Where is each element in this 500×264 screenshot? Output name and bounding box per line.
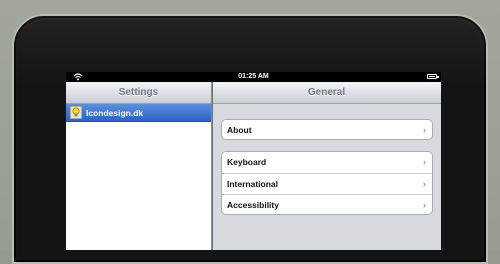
general-group: Keyboard › International › Accessibility… [221,151,433,215]
sidebar-item-icondesign[interactable]: Icondesign.dk [66,104,211,122]
chevron-right-icon: › [423,200,426,210]
master-pane: Settings Icondesign.dk [66,82,212,250]
status-bar: 01:25 AM [66,72,441,82]
row-label: Keyboard [227,157,267,167]
chevron-right-icon: › [423,157,426,167]
row-label: About [227,125,252,135]
settings-title: Settings [66,82,211,104]
settings-row-international[interactable]: International › [222,173,432,194]
chevron-right-icon: › [423,179,426,189]
settings-row-accessibility[interactable]: Accessibility › [222,194,432,214]
settings-row-keyboard[interactable]: Keyboard › [222,152,432,173]
master-list-empty [66,122,211,250]
lightbulb-icon [70,106,82,119]
ipad-screen: 01:25 AM Settings Icondesign.dk General … [66,72,441,250]
sidebar-item-label: Icondesign.dk [86,108,144,118]
detail-pane: General About › Keyboard › International… [212,82,441,250]
about-group: About › [221,119,433,140]
general-title: General [212,82,441,104]
chevron-right-icon: › [423,125,426,135]
status-time: 01:25 AM [238,73,269,80]
row-label: International [227,179,279,189]
settings-row-about[interactable]: About › [222,120,432,139]
row-label: Accessibility [227,200,279,210]
battery-icon [427,74,439,79]
pane-divider [212,82,213,250]
